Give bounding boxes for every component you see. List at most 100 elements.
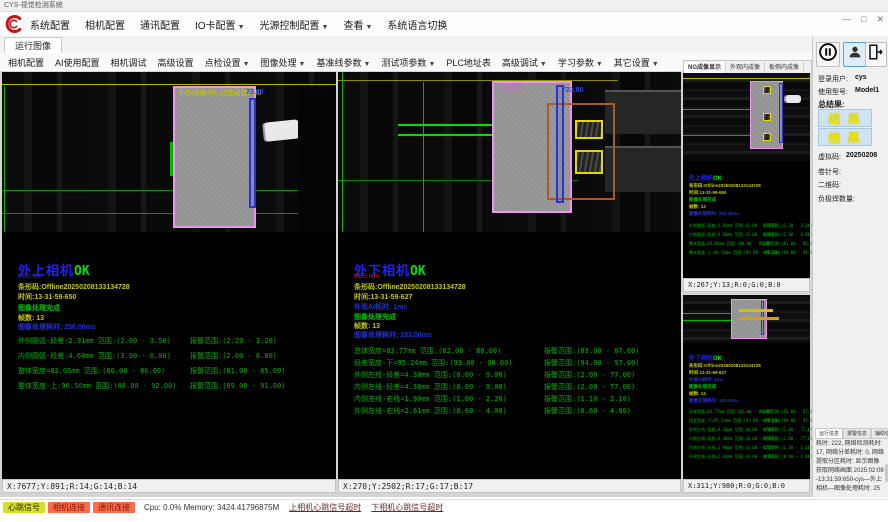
virtual-code-label: 虚拟码: bbox=[818, 152, 841, 162]
overlay-value-streak bbox=[739, 317, 779, 320]
measurement-row: 外侧左线-右线=2.61mm 范围:(0.60 - 4.00)报警范围:(0.6… bbox=[354, 406, 675, 416]
tab-aux-info[interactable]: 辅助信息 bbox=[871, 428, 888, 439]
mes-status: MES:0(0) bbox=[354, 274, 379, 280]
frame-count-line: 帧数: 13 bbox=[689, 203, 808, 210]
tool-image-processing[interactable]: 图像处理▼ bbox=[261, 56, 306, 69]
time-line: 时间:13-31-59-627 bbox=[689, 369, 808, 376]
close-button[interactable]: ✕ bbox=[876, 14, 884, 25]
measurement-row: 整体宽度-上:90.56mm 范围:(88.00 - 92.00)报警范围:(8… bbox=[689, 248, 808, 257]
tab-run-info[interactable]: 运行信息 bbox=[815, 428, 843, 439]
measure-blue-bar bbox=[249, 98, 256, 208]
menu-light-control-config[interactable]: 光源控制配置▼ bbox=[260, 17, 329, 32]
window-title: CYS-视觉检测系统 bbox=[4, 2, 63, 9]
camera-panel-lower: AI检测框 723.80 外下相机OK MES:0(0) 条形码:Offline… bbox=[338, 72, 681, 493]
measure-value: 723.80 bbox=[562, 87, 583, 94]
time-line: 时间:13-31-59-650 bbox=[689, 189, 808, 196]
tool-ai-usage-config[interactable]: AI使用配置 bbox=[55, 56, 100, 69]
overlay-green-vline bbox=[4, 86, 5, 232]
ng-preview-image-lower[interactable] bbox=[683, 295, 810, 343]
ng-preview-panel-upper: 外上相机OK 条形码:Offline20250208133134728 时间:1… bbox=[683, 73, 810, 292]
barcode-line: 条形码:Offline20250208133134728 bbox=[18, 282, 130, 292]
weld-roi-box bbox=[763, 113, 771, 121]
tab-run-image[interactable]: 运行图像 bbox=[4, 37, 62, 54]
main-content: 平均阈值:93, 动态阈值:100 73.88 外上相机OK MES:OK 条形… bbox=[0, 72, 812, 497]
tab-appearance-view[interactable]: 外观内成像 bbox=[726, 62, 765, 74]
application-window: CYS-视觉检测系统 系统配置 相机配置 通讯配置 IO卡配置▼ 光源控制配置▼… bbox=[0, 0, 888, 522]
measurement-row: 段差宽度-下=95.24mm 范围:(93.00 - 98.00)报警范围:(9… bbox=[354, 358, 675, 368]
chevron-down-icon: ▼ bbox=[322, 24, 329, 31]
measure-blue-bar bbox=[556, 85, 564, 203]
login-user-button[interactable] bbox=[843, 42, 867, 67]
time-line: 时间:13-31-59-650 bbox=[18, 292, 76, 302]
qr-code-label: 二维码: bbox=[818, 180, 841, 190]
tool-camera-debug[interactable]: 相机调试 bbox=[111, 56, 147, 69]
tool-other-settings[interactable]: 其它设置▼ bbox=[614, 56, 659, 69]
tool-plc-address-table[interactable]: PLC地址表 bbox=[446, 56, 491, 69]
tool-advanced-debug[interactable]: 高级调试▼ bbox=[502, 56, 547, 69]
menu-io-card-config[interactable]: IO卡配置▼ bbox=[195, 17, 245, 32]
done-line: 图像处理完成 bbox=[18, 303, 60, 313]
overlay-value-streak bbox=[739, 309, 773, 312]
menu-language-switch[interactable]: 系统语言切换 bbox=[387, 17, 447, 32]
proc-time-line: 图像处理耗时: 256.06ms bbox=[18, 322, 96, 332]
tool-baseline-params[interactable]: 基准线参数▼ bbox=[316, 56, 370, 69]
measurement-row: 内侧左线-段差=4.38mm 范围:(0.00 - 9.00)报警范围:(2.0… bbox=[689, 434, 808, 443]
overlay-green-hline bbox=[2, 213, 302, 214]
camera-image-upper[interactable]: 平均阈值:93, 动态阈值:100 73.88 bbox=[2, 72, 336, 232]
measurement-row: 外侧左线-右线=2.61mm 范围:(0.60 - 4.00)报警范围:(0.6… bbox=[689, 452, 808, 461]
pin-number-label: 卷针号: bbox=[818, 167, 841, 177]
chevron-down-icon: ▼ bbox=[243, 61, 250, 68]
menu-comm-config[interactable]: 通讯配置 bbox=[140, 17, 180, 32]
menu-system-config[interactable]: 系统配置 bbox=[30, 17, 70, 32]
tool-learning-params[interactable]: 学习参数▼ bbox=[558, 56, 603, 69]
measurement-row: 内侧左线-右线=1.90mm 范围:(1.00 - 2.20)报警范围:(1.1… bbox=[354, 394, 675, 404]
overlay-green-hline bbox=[683, 109, 753, 110]
overlay-green-hline bbox=[683, 135, 753, 136]
fixture-ledge bbox=[605, 146, 681, 192]
chevron-down-icon: ▼ bbox=[428, 61, 435, 68]
cpu-memory-readout: Cpu: 0.0% Memory: 3424.41796875M bbox=[144, 503, 279, 512]
tab-clip-object bbox=[264, 119, 300, 141]
measure-value: 73.88 bbox=[246, 89, 264, 96]
tab-ng-display[interactable]: NG成像显示 bbox=[684, 62, 726, 74]
result-box-lower: 结 果 bbox=[818, 128, 872, 146]
measurement-row: 整体宽度-上:90.56mm 范围:(88.00 - 92.00)报警范围:(8… bbox=[18, 381, 330, 391]
tab-alarm-info[interactable]: 报警信息 bbox=[843, 428, 871, 439]
measurement-row: 内侧圆弧-段差:4.60mm 范围:(3.00 - 6.00)报警范围:(2.0… bbox=[689, 230, 808, 239]
ng-preview-info-upper: 外上相机OK 条形码:Offline20250208133134728 时间:1… bbox=[689, 173, 808, 257]
camera-result-title: 外下相机OK bbox=[689, 353, 808, 362]
tab-side-view[interactable]: 板侧内成像 bbox=[765, 62, 804, 74]
tool-advanced-settings[interactable]: 高级设置 bbox=[158, 56, 194, 69]
proc-time-line: 图像处理耗时: 183.00ms bbox=[354, 330, 432, 340]
proc-time-line: 图像处理耗时: 256.06ms bbox=[689, 210, 808, 217]
lower-camera-heartbeat-status: 下相机心跳信号超时 bbox=[371, 502, 443, 513]
exit-button[interactable] bbox=[865, 42, 887, 67]
ai-time-line: 外观AI耗时: 1ms bbox=[354, 302, 407, 312]
ng-preview-image-upper[interactable] bbox=[683, 73, 810, 161]
menu-camera-config[interactable]: 相机配置 bbox=[85, 17, 125, 32]
tool-spot-check[interactable]: 点检设置▼ bbox=[205, 56, 250, 69]
pause-button[interactable] bbox=[816, 42, 840, 67]
measurement-row: 外侧圆弧-段差:2.91mm 范围:(2.00 - 3.50)报警范围:(2.2… bbox=[18, 336, 330, 346]
pause-icon bbox=[818, 42, 838, 67]
camera-image-lower[interactable]: AI检测框 723.80 bbox=[338, 72, 681, 232]
chevron-down-icon: ▼ bbox=[652, 61, 659, 68]
login-user-label: 登录用户: bbox=[818, 74, 848, 84]
chevron-down-icon: ▼ bbox=[596, 61, 603, 68]
tool-camera-config[interactable]: 相机配置 bbox=[8, 56, 44, 69]
tool-test-params[interactable]: 测试项参数▼ bbox=[381, 56, 435, 69]
time-line: 时间:13-31-59-627 bbox=[354, 292, 412, 302]
barcode-line: 条形码:Offline20250208133134728 bbox=[689, 362, 808, 369]
pixel-coordinate-bar: X:267;Y:13;R:0;G:0;B:0 bbox=[683, 278, 810, 292]
model-value: Model1 bbox=[855, 87, 879, 94]
status-bar: 心跳信号 相机连接 通讯连接 Cpu: 0.0% Memory: 3424.41… bbox=[0, 499, 888, 514]
barcode-line: 条形码:Offline20250208133134728 bbox=[689, 182, 808, 189]
view-tab-row: 运行图像 bbox=[0, 36, 812, 54]
measurement-row: 内侧左线-右线=1.90mm 范围:(1.00 - 2.20)报警范围:(1.1… bbox=[689, 443, 808, 452]
minimize-button[interactable]: — bbox=[842, 14, 851, 25]
maximize-button[interactable]: □ bbox=[861, 14, 866, 25]
menu-view[interactable]: 查看▼ bbox=[343, 17, 372, 32]
log-tabs: 运行信息 报警信息 辅助信息 bbox=[815, 428, 888, 439]
upper-camera-heartbeat-status: 上相机心跳信号超时 bbox=[289, 502, 361, 513]
overlay-yellow-line bbox=[338, 80, 618, 81]
